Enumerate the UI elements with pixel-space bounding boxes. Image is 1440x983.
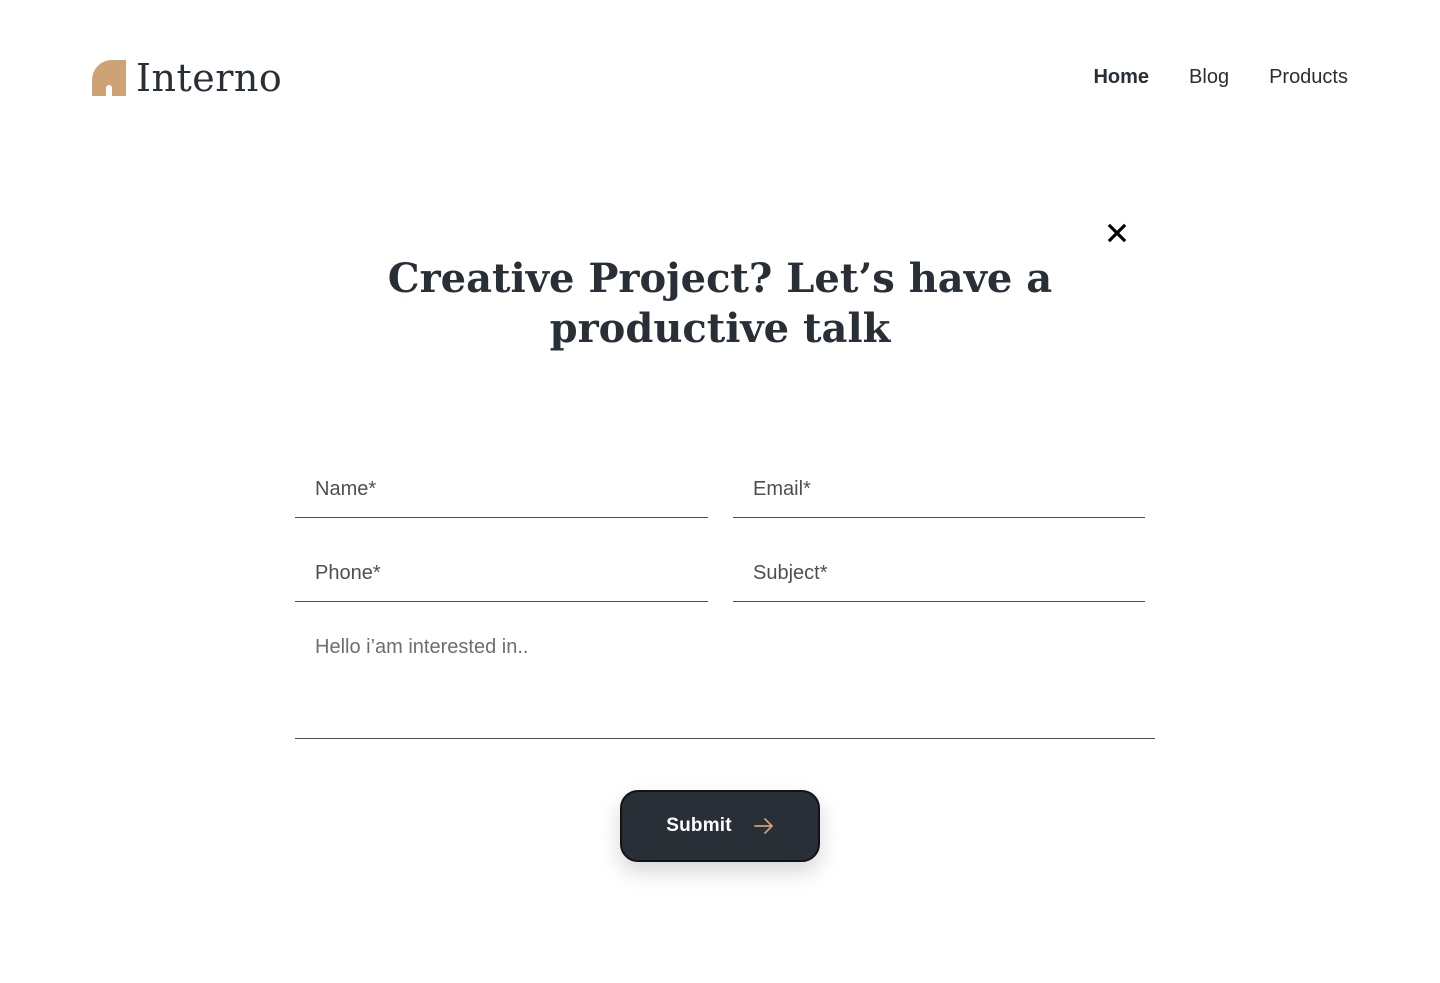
close-icon: [1107, 223, 1127, 243]
name-input[interactable]: [295, 462, 708, 518]
logo[interactable]: Interno: [92, 58, 282, 98]
close-button[interactable]: [1105, 221, 1129, 245]
email-input[interactable]: [733, 462, 1145, 518]
subject-input[interactable]: [733, 546, 1145, 602]
phone-input[interactable]: [295, 546, 708, 602]
arch-logo-icon: [92, 60, 126, 96]
page-title: Creative Project? Let’s have a productiv…: [0, 254, 1440, 354]
main-nav: Home Blog Products: [1093, 64, 1348, 90]
submit-label: Submit: [666, 815, 732, 836]
submit-button[interactable]: Submit: [620, 790, 820, 862]
brand-name: Interno: [136, 56, 283, 100]
title-line-1: Creative Project? Let’s have a: [387, 255, 1053, 302]
contact-page: Interno Home Blog Products Creative Proj…: [0, 0, 1440, 983]
message-textarea[interactable]: [295, 630, 1155, 739]
arrow-right-icon: [753, 818, 773, 834]
nav-products[interactable]: Products: [1269, 64, 1348, 90]
nav-blog[interactable]: Blog: [1189, 64, 1229, 90]
nav-home[interactable]: Home: [1093, 64, 1149, 90]
title-line-2: productive talk: [549, 305, 891, 352]
